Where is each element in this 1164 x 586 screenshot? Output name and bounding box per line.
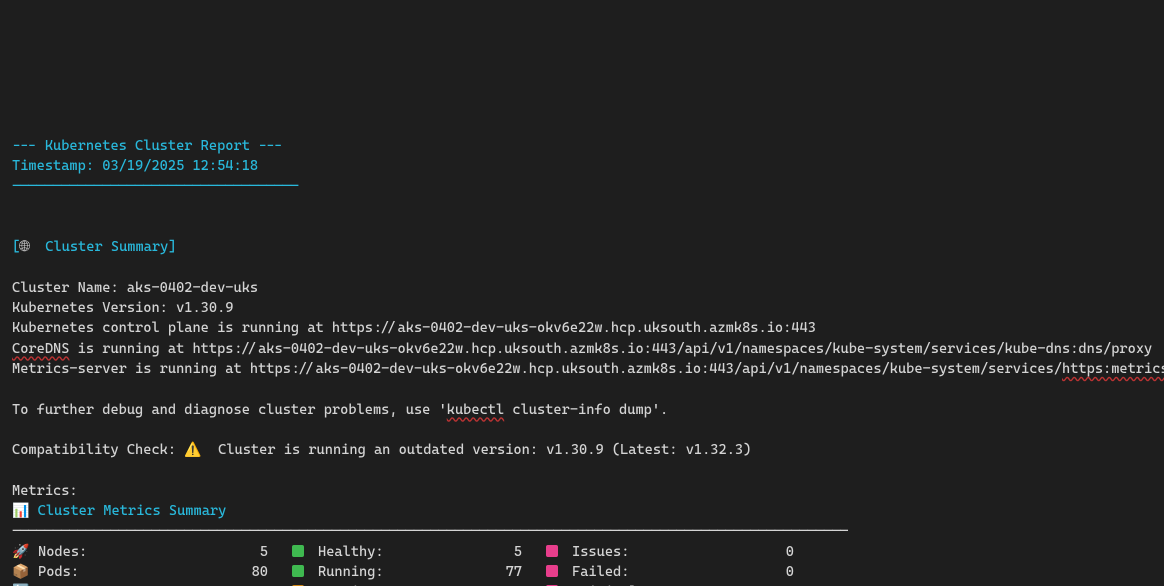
- restarts-value: 2: [226, 582, 268, 586]
- timestamp-label: Timestamp:: [12, 158, 102, 174]
- healthy-label: Healthy:: [318, 542, 480, 562]
- coredns-word: CoreDNS: [12, 341, 69, 357]
- coredns-url: https://aks-0402-dev-uks-okv6e22w.hcp.uk…: [192, 341, 1152, 357]
- green-square-icon: [292, 562, 318, 582]
- failed-label: Failed:: [572, 562, 752, 582]
- metrics-row-restarts: 🔄Restarts:2Warnings:0Critical:0: [12, 582, 1152, 586]
- metrics-server-url-part2: https:metrics-server: [1062, 361, 1164, 377]
- running-label: Running:: [318, 562, 480, 582]
- globe-icon: 🌐: [20, 239, 29, 255]
- control-plane-url: https://aks-0402-dev-uks-okv6e22w.hcp.uk…: [332, 320, 816, 336]
- header-rule: -----------------------------------: [12, 178, 299, 194]
- compat-label: Compatibility Check:: [12, 442, 184, 458]
- cluster-name-label: Cluster Name:: [12, 280, 127, 296]
- timestamp-value: 03/19/2025 12:54:18: [102, 158, 258, 174]
- metrics-label: Metrics:: [12, 483, 78, 499]
- refresh-icon: 🔄: [12, 582, 38, 586]
- nodes-label: Nodes:: [38, 542, 226, 562]
- debug-hint-cmd: kubectl: [447, 402, 504, 418]
- issues-label: Issues:: [572, 542, 752, 562]
- metrics-summary-title: Cluster Metrics Summary: [29, 503, 226, 519]
- rocket-icon: 🚀: [12, 542, 38, 562]
- metrics-server-prefix: Metrics-server is running at: [12, 361, 250, 377]
- section-bracket-close: ]: [168, 239, 176, 255]
- pink-square-icon: [546, 542, 572, 562]
- nodes-value: 5: [226, 542, 268, 562]
- control-plane-prefix: Kubernetes control plane is running at: [12, 320, 332, 336]
- healthy-value: 5: [480, 542, 522, 562]
- package-icon: 📦: [12, 562, 38, 582]
- warnings-label: Warnings:: [318, 582, 480, 586]
- failed-value: 0: [752, 562, 794, 582]
- warning-icon: ⚠️: [184, 442, 201, 458]
- orange-square-icon: [292, 582, 318, 586]
- critical-label: Critical:: [572, 582, 752, 586]
- chart-icon: 📊: [12, 503, 29, 519]
- section-bracket-open: [: [12, 239, 20, 255]
- pods-value: 80: [226, 562, 268, 582]
- terminal-output: --- Kubernetes Cluster Report --- Timest…: [0, 101, 1164, 586]
- k8s-version-label: Kubernetes Version:: [12, 300, 176, 316]
- pink-square-icon: [546, 582, 572, 586]
- compat-message: Cluster is running an outdated version: …: [202, 442, 752, 458]
- debug-hint-prefix: To further debug and diagnose cluster pr…: [12, 402, 447, 418]
- debug-hint-suffix: cluster-info dump'.: [504, 402, 668, 418]
- metrics-row-nodes: 🚀Nodes:5Healthy:5Issues:0: [12, 542, 1152, 562]
- metrics-top-rule: ----------------------------------------…: [12, 523, 849, 539]
- running-value: 77: [480, 562, 522, 582]
- section-title-cluster-summary: Cluster Summary: [29, 239, 168, 255]
- issues-value: 0: [752, 542, 794, 562]
- pink-square-icon: [546, 562, 572, 582]
- k8s-version-value: v1.30.9: [176, 300, 233, 316]
- pods-label: Pods:: [38, 562, 226, 582]
- restarts-label: Restarts:: [38, 582, 226, 586]
- metrics-row-pods: 📦Pods:80 Running:77 Failed:0: [12, 562, 1152, 582]
- green-square-icon: [292, 542, 318, 562]
- report-header-line1: --- Kubernetes Cluster Report ---: [12, 138, 283, 154]
- cluster-name-value: aks-0402-dev-uks: [127, 280, 258, 296]
- warnings-value: 0: [480, 582, 522, 586]
- critical-value: 0: [752, 582, 794, 586]
- coredns-prefix2: is running at: [69, 341, 192, 357]
- metrics-server-url-part1: https://aks-0402-dev-uks-okv6e22w.hcp.uk…: [250, 361, 1062, 377]
